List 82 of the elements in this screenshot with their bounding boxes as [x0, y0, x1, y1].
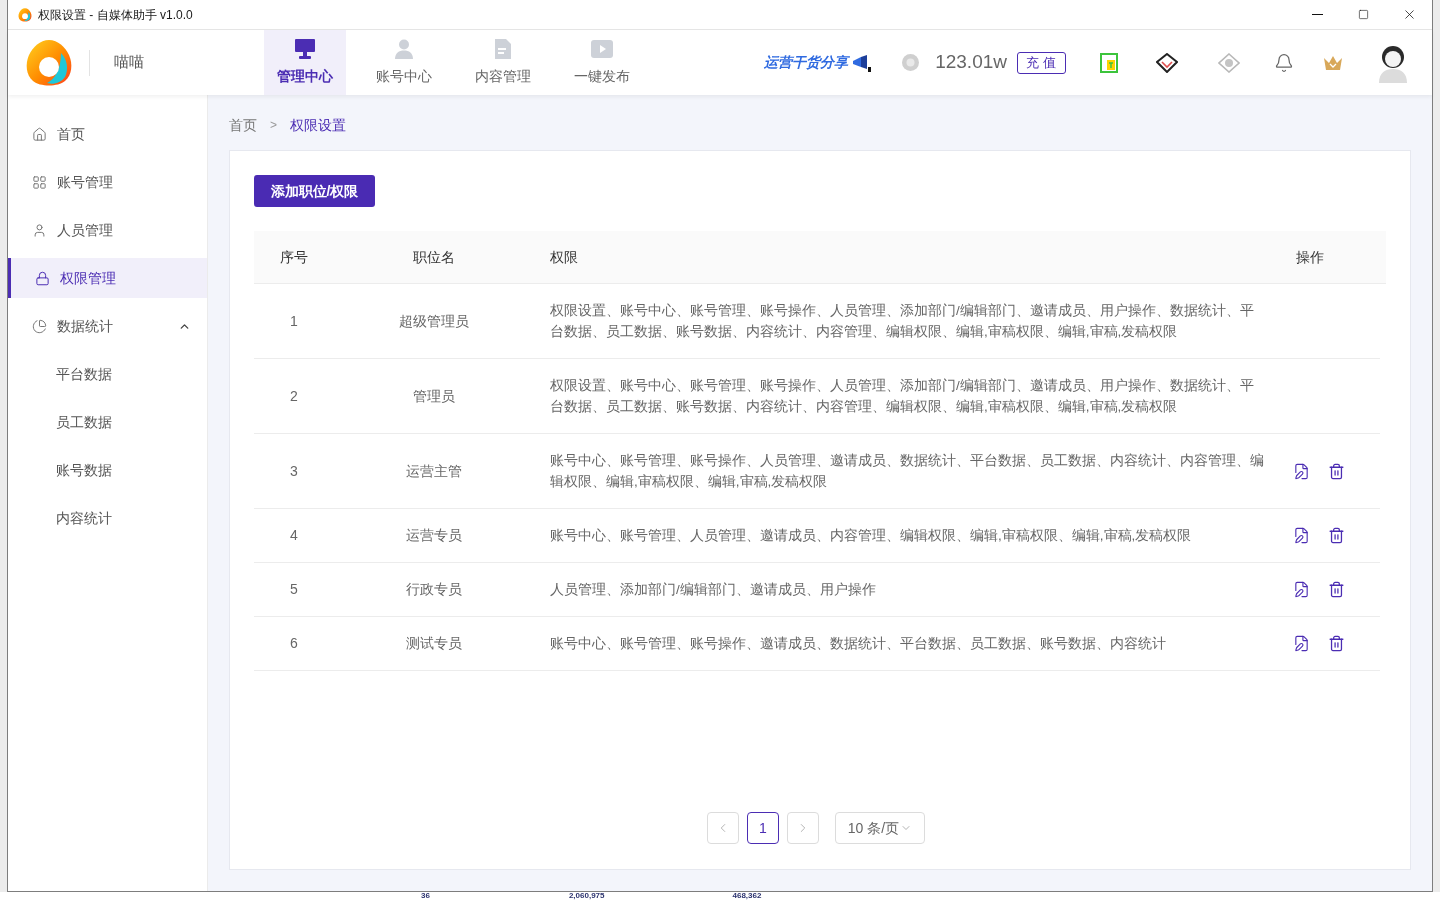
sidebar-subitem[interactable]: 平台数据 — [8, 354, 207, 394]
table-cell-text: 账号中心、账号管理、账号操作、邀请成员、数据统计、平台数据、员工数据、账号数据、内容统计 — [549, 635, 1167, 653]
coin-icon — [902, 54, 920, 71]
diamond-icon[interactable] — [1156, 52, 1178, 73]
breadcrumb-link[interactable]: 权限设置 — [290, 115, 346, 135]
balance-text: 123.01w — [935, 50, 1007, 75]
maximize-icon — [1357, 9, 1369, 20]
sidebar-item[interactable]: 首页 — [8, 114, 207, 154]
table-cell-text: 超级管理员 — [399, 311, 469, 331]
delete-button[interactable] — [1328, 527, 1345, 544]
minimize-icon — [1311, 14, 1323, 15]
logo-icon — [25, 38, 73, 87]
nav-tab[interactable]: 管理中心 — [264, 30, 346, 95]
window-title: 权限设置 - 自媒体助手 v1.0.0 — [38, 6, 193, 24]
nav-tab[interactable]: 一键发布 — [561, 30, 643, 95]
sidebar-item[interactable]: 权限管理 — [8, 258, 207, 298]
edit-button[interactable] — [1293, 527, 1310, 544]
trash-icon — [1328, 635, 1345, 652]
nav-tab[interactable]: 账号中心 — [363, 30, 445, 95]
promo-link[interactable]: 运营干货分享 — [764, 52, 873, 73]
play-icon — [591, 38, 613, 59]
edit-button[interactable] — [1293, 635, 1310, 652]
column-header: 序号 — [280, 247, 308, 267]
sidebar-item[interactable]: 数据统计 — [8, 306, 207, 346]
table-cell-text: 3 — [290, 461, 298, 481]
table-cell-text: 行政专员 — [406, 580, 462, 599]
recharge-button[interactable]: 充值 — [1017, 51, 1066, 74]
table-cell-text: 账号中心、账号管理、人员管理、邀请成员、内容管理、编辑权限、编辑,审稿权限、编辑,审稿,发稿权限 — [549, 527, 1193, 545]
table-cell-text: 测试专员 — [406, 634, 462, 653]
trash-icon — [1328, 527, 1345, 544]
table-cell-text: 账号中心、账号管理、账号操作、人员管理、邀请成员、数据统计、平台数据、员工数据、内容统计、内容管理、编辑权限、编辑,审稿权限、编辑,审稿,发稿权限 — [549, 452, 1265, 491]
column-header: 权限 — [549, 247, 579, 267]
edit-icon — [1293, 462, 1310, 480]
sidebar-subitem[interactable]: 内容统计 — [8, 498, 207, 538]
lock-icon — [35, 270, 50, 286]
delete-button[interactable] — [1328, 635, 1345, 652]
table-cell-text: 2 — [290, 386, 298, 406]
edit-button[interactable] — [1293, 462, 1310, 480]
home-icon — [32, 126, 47, 142]
bell-icon[interactable] — [1274, 52, 1294, 73]
user-icon — [32, 222, 47, 238]
page-button[interactable]: 1 — [747, 812, 779, 844]
sidebar-item[interactable]: 账号管理 — [8, 162, 207, 202]
edit-icon — [1293, 581, 1310, 598]
app-logo-icon — [18, 7, 32, 22]
breadcrumb-separator: > — [270, 117, 277, 134]
delete-button[interactable] — [1328, 581, 1345, 598]
number-text: 2,060,975 — [568, 892, 605, 900]
table-cell-text: 管理员 — [413, 386, 455, 406]
megaphone-icon — [852, 53, 873, 72]
delete-button[interactable] — [1328, 462, 1345, 480]
table-cell-text: 4 — [290, 526, 298, 545]
column-header: 职位名 — [413, 247, 455, 267]
edit-icon — [1293, 527, 1310, 544]
nav-tab[interactable]: 内容管理 — [462, 30, 544, 95]
grid-icon — [32, 174, 47, 190]
table-cell-text: 1 — [290, 311, 298, 331]
table-cell-text: 6 — [290, 634, 298, 653]
trash-icon — [1328, 462, 1345, 480]
document-icon — [492, 38, 514, 59]
table-cell-text: 运营主管 — [406, 461, 462, 481]
sidebar-subitem[interactable]: 员工数据 — [8, 402, 207, 442]
edit-button[interactable] — [1293, 581, 1310, 598]
monitor-icon — [294, 38, 316, 59]
number-text: 468,362 — [732, 892, 762, 900]
trash-icon — [1328, 581, 1345, 598]
username: 喵喵 — [114, 52, 144, 73]
page-size-select[interactable]: 10 条/页 — [835, 812, 925, 844]
table-cell-text: 权限设置、账号中心、账号管理、账号操作、人员管理、添加部门/编辑部门、邀请成员、用户操作、数据统计、平台数据、员工数据、账号数据、内容统计、内容管理、编辑权限、编辑,审稿权限、编辑,审稿,发稿权限 — [549, 377, 1255, 416]
breadcrumb-link[interactable]: 首页 — [229, 115, 257, 135]
pie-chart-icon — [32, 318, 47, 334]
table-cell-text: 5 — [290, 580, 298, 599]
number-text: 36 — [421, 892, 430, 900]
table-cell-text: 人员管理、添加部门/编辑部门、邀请成员、用户操作 — [549, 581, 877, 599]
table-cell-text: 运营专员 — [406, 526, 462, 545]
user-icon — [393, 38, 415, 59]
sidebar-item[interactable]: 人员管理 — [8, 210, 207, 250]
add-role-button[interactable]: 添加职位/权限 — [254, 175, 375, 207]
column-header: 操作 — [1295, 247, 1325, 267]
sidebar-subitem[interactable]: 账号数据 — [8, 450, 207, 490]
table-cell-text: 权限设置、账号中心、账号管理、账号操作、人员管理、添加部门/编辑部门、邀请成员、用户操作、数据统计、平台数据、员工数据、账号数据、内容统计、内容管理、编辑权限、编辑,审稿权限、编辑,审稿,发稿权限 — [549, 302, 1255, 341]
edit-icon — [1293, 635, 1310, 652]
